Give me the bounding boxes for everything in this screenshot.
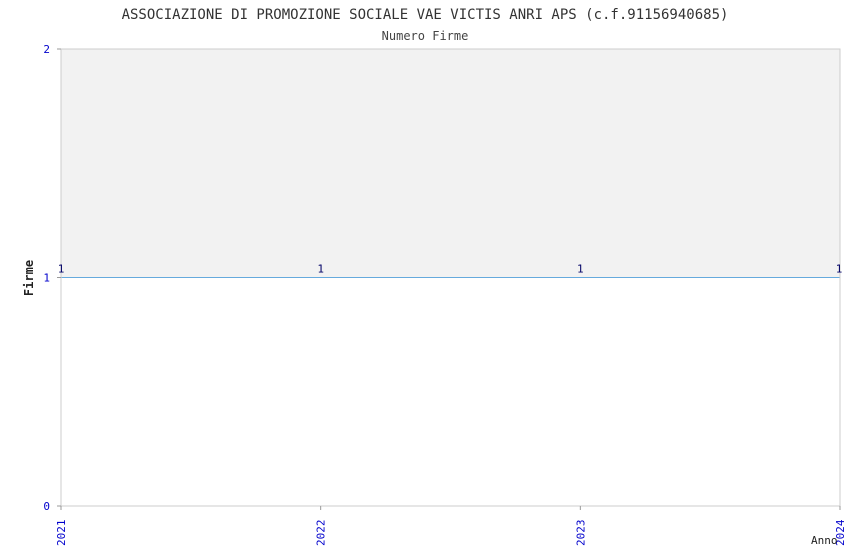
data-value-label: 1 xyxy=(836,263,843,276)
x-tick-label: 2023 xyxy=(574,520,587,547)
data-value-label: 1 xyxy=(58,263,65,276)
data-value-label: 1 xyxy=(317,263,324,276)
y-tick-label: 1 xyxy=(43,272,50,285)
x-axis-label: Anno xyxy=(811,534,838,547)
x-tick-label: 2021 xyxy=(55,520,68,547)
y-tick-label: 2 xyxy=(43,43,50,56)
y-tick-label: 0 xyxy=(43,500,50,513)
chart-subtitle: Numero Firme xyxy=(382,29,469,43)
data-value-label: 1 xyxy=(577,263,584,276)
chart-title: ASSOCIAZIONE DI PROMOZIONE SOCIALE VAE V… xyxy=(122,7,729,23)
chart: ASSOCIAZIONE DI PROMOZIONE SOCIALE VAE V… xyxy=(22,7,847,547)
y-axis-label: Firme xyxy=(22,260,36,296)
series-shaded-area xyxy=(61,49,840,278)
x-tick-label: 2022 xyxy=(315,520,328,547)
